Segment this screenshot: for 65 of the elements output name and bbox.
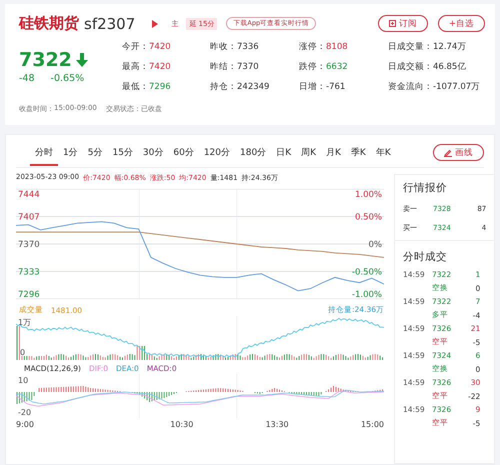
stat-value: 12.74万 bbox=[433, 40, 466, 52]
stat-label: 最低： bbox=[122, 80, 149, 92]
macd-axis-label: -20 bbox=[18, 408, 32, 417]
percent-axis-label: 0.50% bbox=[354, 212, 382, 222]
macd-axis-label: 10 bbox=[18, 376, 28, 385]
price-axis-label: 7407 bbox=[18, 212, 40, 222]
period-tab[interactable]: 5分 bbox=[82, 140, 108, 166]
stat-label: 昨收： bbox=[210, 40, 237, 52]
stat-label: 昨结： bbox=[210, 60, 237, 72]
stat-value: 7296 bbox=[149, 82, 171, 92]
percent-axis-label: 0% bbox=[368, 240, 382, 250]
last-price: 7322 bbox=[19, 49, 72, 71]
futures-code: sf2307 bbox=[84, 14, 136, 32]
subscribe-button[interactable]: 订阅 bbox=[378, 15, 428, 32]
stat-label: 日增： bbox=[299, 80, 326, 92]
period-tab[interactable]: 月K bbox=[321, 140, 346, 166]
price-axis-label: 7444 bbox=[18, 190, 40, 200]
price-axis-label: 7333 bbox=[18, 268, 40, 278]
percent-change: -0.65% bbox=[50, 73, 84, 84]
stat-value: 7420 bbox=[149, 42, 171, 52]
period-tab[interactable]: 120分 bbox=[198, 140, 236, 166]
stat-label: 日成交量： bbox=[388, 40, 433, 52]
stat-value: 8108 bbox=[326, 42, 348, 52]
stat-label: 跌停： bbox=[299, 60, 326, 72]
time-axis-label: 9:00 bbox=[16, 420, 34, 429]
panel-title: 分时成交 bbox=[403, 250, 448, 264]
period-tab[interactable]: 1分 bbox=[58, 140, 83, 166]
stat-value: 242349 bbox=[237, 82, 270, 92]
period-tab[interactable]: 年K bbox=[370, 140, 396, 166]
panel-title: 行情报价 bbox=[403, 181, 448, 195]
stat-value: 46.85亿 bbox=[433, 60, 466, 72]
percent-axis-label: 1.00% bbox=[354, 190, 382, 200]
time-axis-label: 15:00 bbox=[360, 420, 384, 429]
add-watchlist-button[interactable]: +自选 bbox=[438, 15, 485, 32]
percent-axis-label: -1.00% bbox=[352, 290, 382, 299]
stat-label: 日成交额： bbox=[388, 60, 433, 72]
period-tab[interactable]: 季K bbox=[346, 140, 371, 166]
stat-label: 资金流向： bbox=[388, 80, 433, 92]
period-tab[interactable]: 分时 bbox=[30, 140, 58, 166]
stat-value: -1077.07万 bbox=[433, 80, 480, 92]
stat-label: 今开： bbox=[122, 40, 149, 52]
period-tab[interactable]: 15分 bbox=[107, 140, 138, 166]
price-axis-label: 7370 bbox=[18, 240, 40, 250]
futures-name: 硅铁期货 bbox=[19, 14, 79, 33]
stat-label: 涨停： bbox=[299, 40, 326, 52]
time-axis-label: 10:30 bbox=[170, 420, 194, 429]
period-tab[interactable]: 周K bbox=[296, 140, 322, 166]
time-axis-label: 13:30 bbox=[266, 420, 289, 429]
stat-value: 7420 bbox=[149, 62, 171, 72]
period-tab[interactable]: 180分 bbox=[235, 140, 272, 166]
percent-axis-label: -0.50% bbox=[352, 268, 382, 278]
volume-axis-label: 1万 bbox=[18, 318, 32, 327]
stat-label: 持仓： bbox=[210, 80, 237, 92]
stat-value: 7370 bbox=[237, 62, 259, 72]
volume-axis-label: 0 bbox=[20, 348, 26, 357]
price-axis-label: 7296 bbox=[18, 290, 40, 299]
stat-value: 6632 bbox=[326, 62, 348, 72]
draw-line-button[interactable]: 画线 bbox=[433, 144, 484, 161]
price-change: -48 bbox=[19, 73, 35, 84]
stat-value: -761 bbox=[326, 82, 346, 92]
stat-value: 7336 bbox=[237, 42, 259, 52]
period-tab[interactable]: 60分 bbox=[168, 140, 199, 166]
period-tab[interactable]: 日K bbox=[271, 140, 296, 166]
stat-label: 最高： bbox=[122, 60, 149, 72]
period-tab[interactable]: 30分 bbox=[138, 140, 168, 166]
